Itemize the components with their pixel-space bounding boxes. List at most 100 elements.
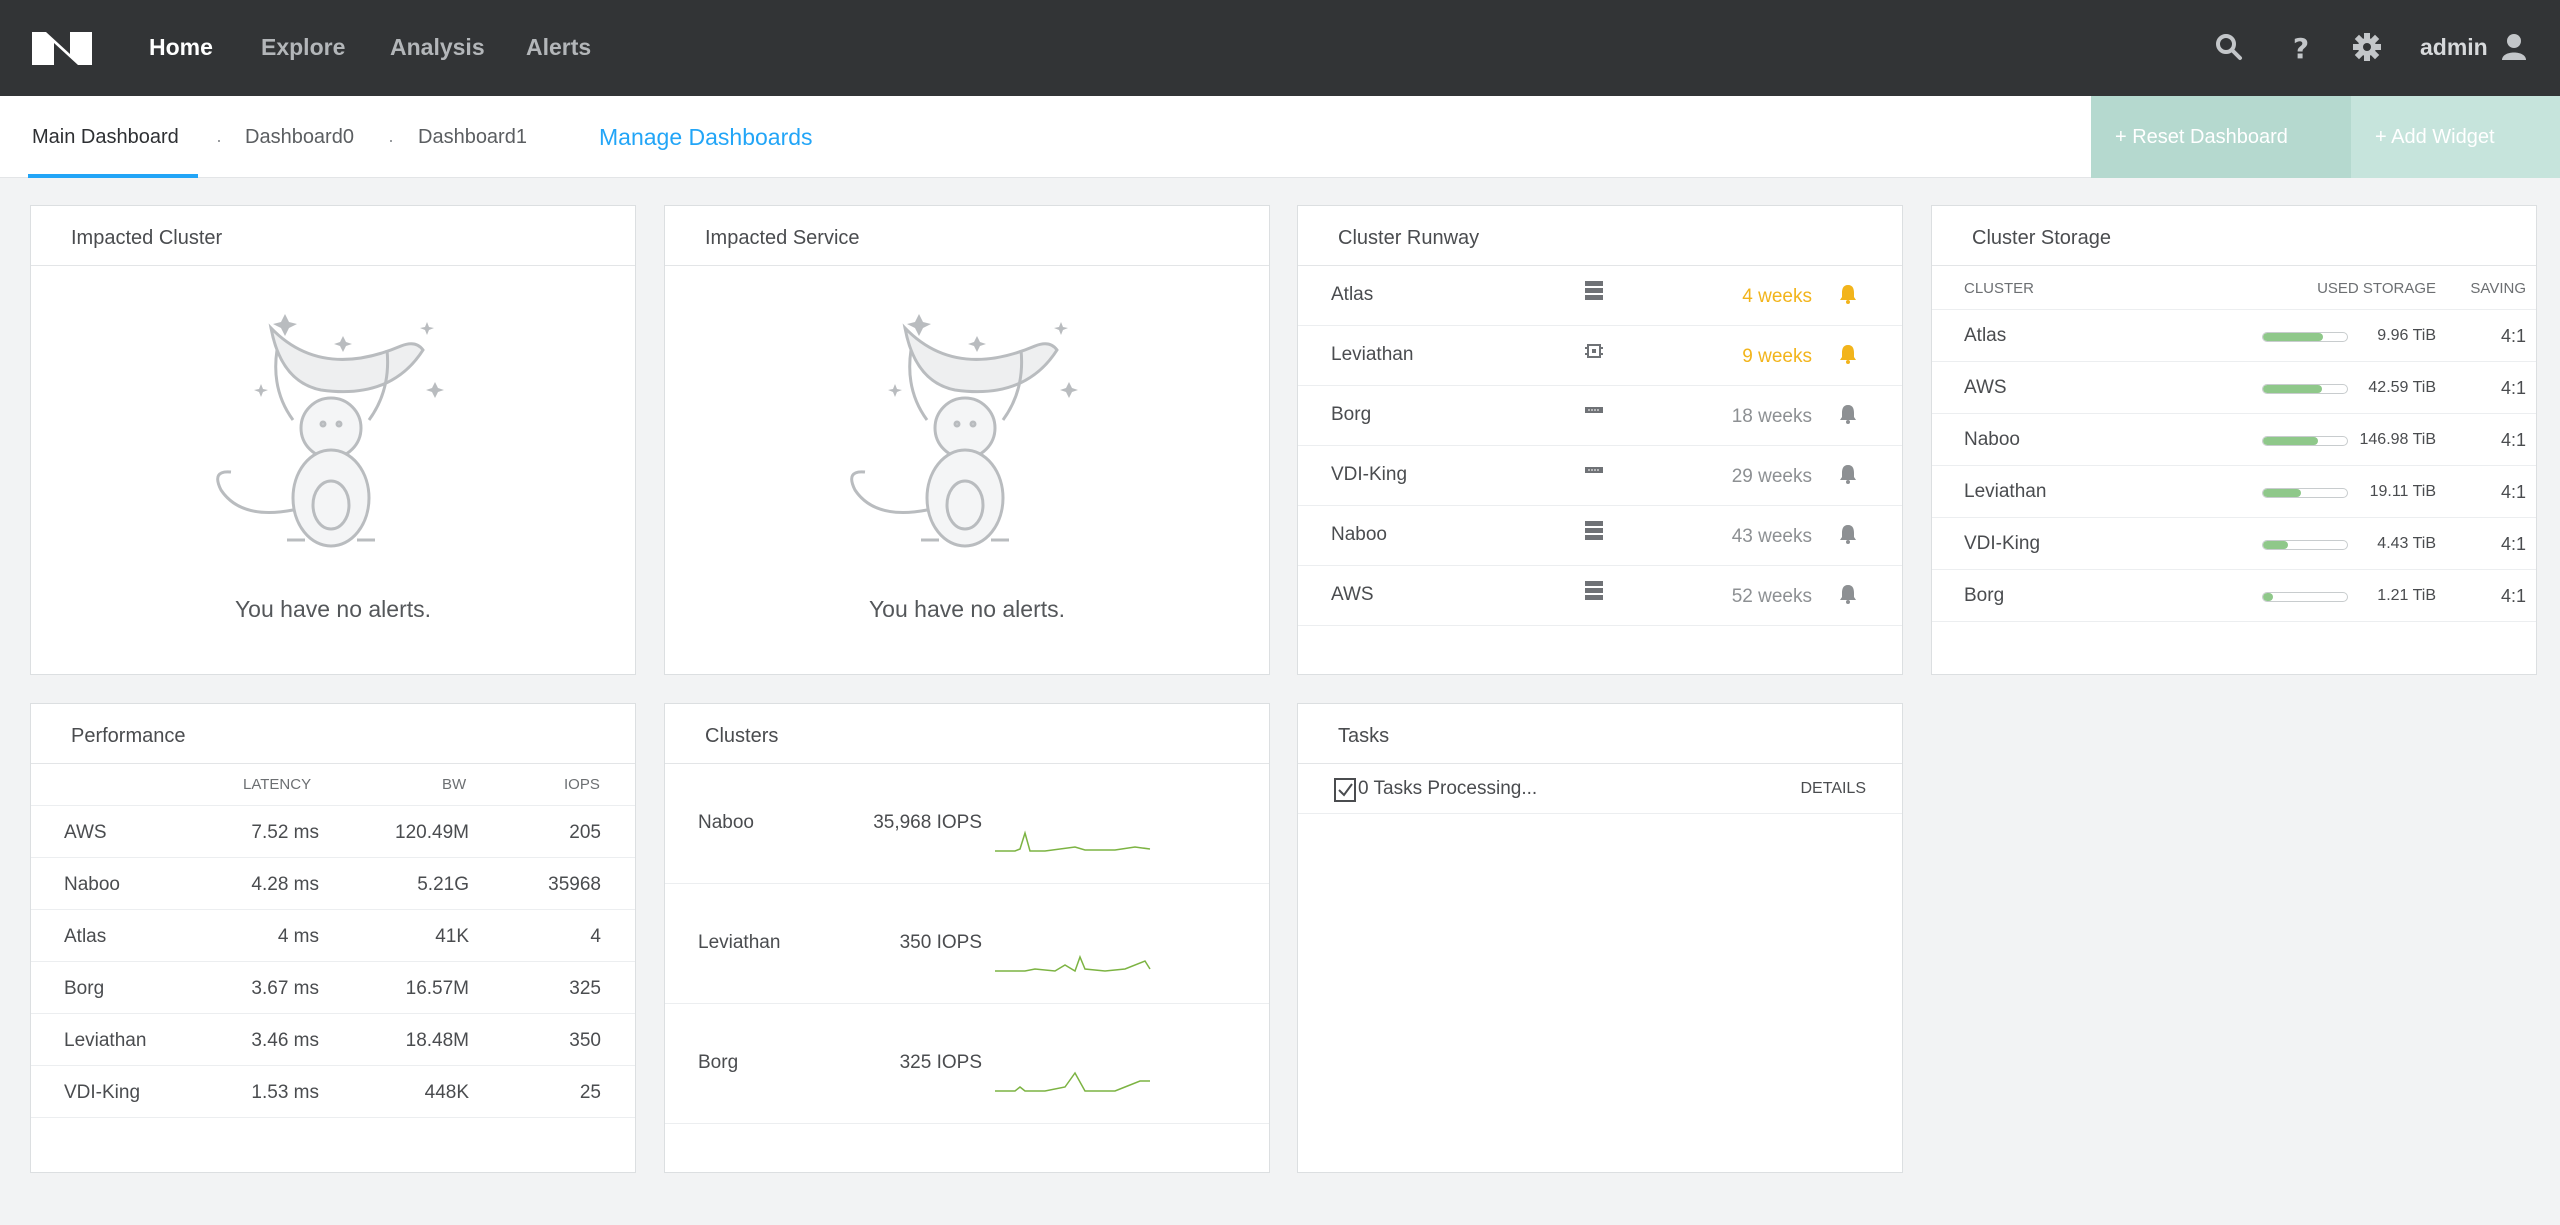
search-icon[interactable] [2214,32,2244,62]
perf-latency: 3.67 ms [251,978,319,999]
performance-row[interactable]: Naboo 4.28 ms 5.21G 35968 [31,858,635,910]
nav-analysis[interactable]: Analysis [390,34,485,61]
cluster-row[interactable]: Leviathan 350 IOPS [665,884,1269,1004]
perf-cluster-name[interactable]: Leviathan [64,1030,146,1052]
storage-usage-bar [2262,332,2348,342]
perf-latency: 1.53 ms [251,1082,319,1103]
bell-icon[interactable] [1838,523,1858,545]
bell-icon[interactable] [1838,283,1858,305]
bell-icon[interactable] [1838,583,1858,605]
col-saving[interactable]: SAVING [2470,280,2526,297]
nav-alerts[interactable]: Alerts [526,34,591,61]
runway-row[interactable]: Atlas 4 weeks [1298,266,1902,326]
tab-dashboard1[interactable]: Dashboard1 [418,126,527,149]
performance-row[interactable]: Borg 3.67 ms 16.57M 325 [31,962,635,1014]
help-icon[interactable]: ? [2286,32,2316,62]
widget-title: Cluster Storage [1932,206,2536,266]
perf-cluster-name[interactable]: AWS [64,822,107,844]
perf-iops: 35968 [548,874,601,895]
storage-used-value: 9.96 TiB [2377,327,2436,344]
tab-main-dashboard[interactable]: Main Dashboard [32,126,179,149]
runway-row[interactable]: Leviathan 9 weeks [1298,326,1902,386]
storage-row[interactable]: Naboo 146.98 TiB 4:1 [1932,414,2536,466]
tasks-details-link[interactable]: DETAILS [1801,780,1867,798]
cluster-name[interactable]: Leviathan [698,932,780,954]
runway-cluster-name[interactable]: Naboo [1331,524,1387,546]
col-used-storage[interactable]: USED STORAGE [2317,280,2436,297]
storage-used-value: 42.59 TiB [2368,379,2436,396]
storage-row[interactable]: VDI-King 4.43 TiB 4:1 [1932,518,2536,570]
runway-cluster-name[interactable]: AWS [1331,584,1374,606]
cluster-row[interactable]: Borg 325 IOPS [665,1004,1269,1124]
add-widget-button[interactable]: + Add Widget [2351,96,2560,178]
nav-home[interactable]: Home [149,34,213,61]
runway-row[interactable]: Borg 18 weeks [1298,386,1902,446]
perf-iops: 25 [579,1082,601,1103]
storage-cluster-name[interactable]: Leviathan [1964,481,2046,503]
storage-row[interactable]: Borg 1.21 TiB 4:1 [1932,570,2536,622]
reset-dashboard-button[interactable]: + Reset Dashboard [2091,96,2351,178]
nav-explore[interactable]: Explore [261,34,345,61]
storage-usage-bar [2262,436,2348,446]
rack-icon [1584,460,1604,482]
perf-cluster-name[interactable]: Atlas [64,926,106,948]
cluster-name[interactable]: Borg [698,1052,738,1074]
perf-cluster-name[interactable]: Naboo [64,874,120,896]
col-iops[interactable]: IOPS [564,776,600,793]
perf-bandwidth: 16.57M [405,978,469,999]
col-cluster[interactable]: CLUSTER [1964,280,2034,297]
storage-row[interactable]: AWS 42.59 TiB 4:1 [1932,362,2536,414]
cluster-row[interactable]: Naboo 35,968 IOPS [665,764,1269,884]
perf-cluster-name[interactable]: Borg [64,978,104,1000]
storage-used-value: 1.21 TiB [2377,587,2436,604]
storage-cluster-name[interactable]: VDI-King [1964,533,2040,555]
runway-cluster-name[interactable]: Atlas [1331,284,1373,306]
svg-text:?: ? [2293,32,2309,62]
runway-weeks: 52 weeks [1731,586,1812,607]
runway-row[interactable]: AWS 52 weeks [1298,566,1902,626]
runway-weeks: 9 weeks [1742,346,1812,367]
storage-used-value: 146.98 TiB [2359,431,2437,448]
storage-row[interactable]: Atlas 9.96 TiB 4:1 [1932,310,2536,362]
user-menu[interactable]: admin [2420,34,2488,61]
col-bw[interactable]: BW [442,776,466,793]
bell-icon[interactable] [1838,343,1858,365]
widget-title: Performance [31,704,635,764]
perf-latency: 4.28 ms [251,874,319,895]
performance-row[interactable]: Atlas 4 ms 41K 4 [31,910,635,962]
cluster-row[interactable] [665,1124,1269,1172]
tab-dashboard0[interactable]: Dashboard0 [245,126,354,149]
cluster-runway-widget: Cluster Runway Atlas 4 weeks Leviathan 9 we… [1297,205,1903,675]
bell-icon[interactable] [1838,403,1858,425]
storage-cluster-name[interactable]: Naboo [1964,429,2020,451]
storage-cluster-name[interactable]: Borg [1964,585,2004,607]
performance-row[interactable]: VDI-King 1.53 ms 448K 25 [31,1066,635,1118]
performance-row[interactable]: Leviathan 3.46 ms 18.48M 350 [31,1014,635,1066]
runway-row[interactable]: Naboo 43 weeks [1298,506,1902,566]
runway-row[interactable]: VDI-King 29 weeks [1298,446,1902,506]
runway-cluster-name[interactable]: Leviathan [1331,344,1413,366]
gear-icon[interactable] [2352,32,2382,62]
storage-cluster-name[interactable]: Atlas [1964,325,2006,347]
widget-title: Tasks [1298,704,1902,764]
nutanix-logo[interactable] [32,32,92,65]
cluster-name[interactable]: Naboo [698,812,754,834]
storage-row[interactable]: Leviathan 19.11 TiB 4:1 [1932,466,2536,518]
col-latency[interactable]: LATENCY [243,776,311,793]
storage-usage-bar [2262,592,2348,602]
bell-icon[interactable] [1838,463,1858,485]
checklist-icon [1334,778,1356,802]
runway-cluster-name[interactable]: VDI-King [1331,464,1407,486]
manage-dashboards-link[interactable]: Manage Dashboards [599,124,813,151]
performance-header-row: LATENCY BW IOPS [31,764,635,806]
cluster-iops: 325 IOPS [899,1052,982,1073]
perf-cluster-name[interactable]: VDI-King [64,1082,140,1104]
storage-cluster-name[interactable]: AWS [1964,377,2007,399]
widget-title: Clusters [665,704,1269,764]
user-icon[interactable] [2500,32,2530,62]
perf-iops: 205 [569,822,601,843]
perf-latency: 3.46 ms [251,1030,319,1051]
performance-row[interactable]: AWS 7.52 ms 120.49M 205 [31,806,635,858]
runway-cluster-name[interactable]: Borg [1331,404,1371,426]
perf-latency: 7.52 ms [251,822,319,843]
